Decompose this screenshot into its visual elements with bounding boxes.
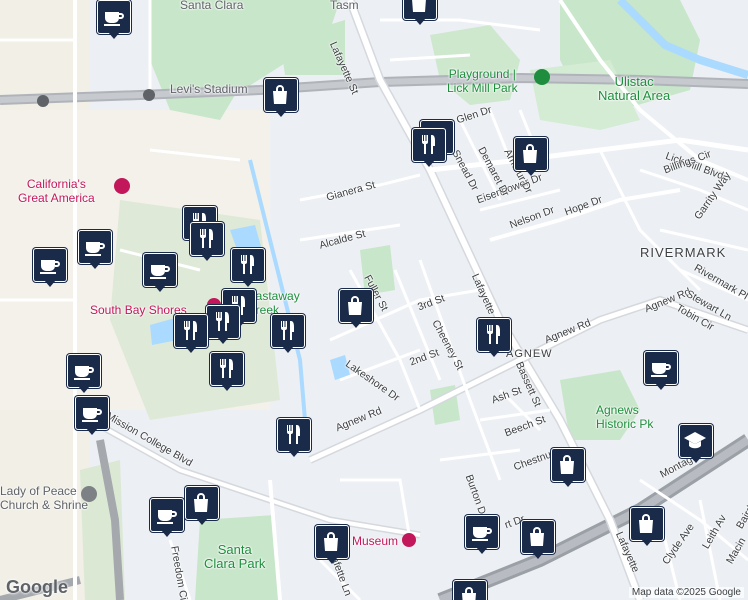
- restaurant-marker-12[interactable]: [277, 418, 311, 460]
- shopping-bag-icon: [194, 493, 208, 512]
- shop-marker-1[interactable]: [403, 0, 437, 28]
- restaurant-marker-9[interactable]: [271, 314, 305, 356]
- coffee-icon: [651, 363, 671, 377]
- coffee-marker-7[interactable]: [75, 396, 109, 438]
- shopping-bag-icon: [530, 527, 544, 546]
- shopping-bag-icon: [412, 0, 426, 12]
- coffee-icon: [104, 12, 124, 26]
- place-label-museum[interactable]: Museum: [352, 534, 398, 548]
- restaurant-icon: [216, 312, 229, 331]
- restaurant-marker-4[interactable]: [190, 222, 224, 264]
- coffee-icon: [472, 527, 492, 541]
- shopping-bag-icon: [462, 587, 476, 600]
- restaurant-marker-2[interactable]: [412, 128, 446, 170]
- restaurant-icon: [287, 425, 300, 444]
- map-attribution[interactable]: Map data ©2025 Google: [628, 587, 744, 598]
- place-label-levis-stadium[interactable]: Levi's Stadium: [170, 82, 248, 96]
- shop-marker-3[interactable]: [339, 289, 373, 331]
- place-label-great-america[interactable]: California's Great America: [18, 177, 95, 205]
- coffee-icon: [82, 408, 102, 422]
- restaurant-icon: [422, 135, 435, 154]
- restaurant-marker-8[interactable]: [174, 314, 208, 356]
- coffee-marker-5[interactable]: [67, 354, 101, 396]
- shopping-bag-icon: [560, 455, 574, 474]
- place-label-tasman: Tasm: [330, 0, 359, 12]
- area-label-agnew: AGNEW: [506, 348, 553, 360]
- coffee-marker-4[interactable]: [143, 253, 177, 295]
- restaurant-icon: [220, 359, 233, 378]
- coffee-marker-8[interactable]: [150, 498, 184, 540]
- coffee-icon: [157, 510, 177, 524]
- restaurant-marker-7[interactable]: [206, 305, 240, 347]
- shopping-bag-icon: [348, 296, 362, 315]
- shop-marker-8[interactable]: [453, 580, 487, 600]
- restaurant-icon: [241, 255, 254, 274]
- coffee-marker-3[interactable]: [33, 248, 67, 290]
- restaurant-icon: [281, 321, 294, 340]
- graduation-cap-icon: [684, 432, 706, 449]
- shopping-bag-icon: [523, 144, 537, 163]
- shop-marker-7[interactable]: [521, 520, 555, 562]
- shop-marker-4[interactable]: [551, 448, 585, 490]
- place-label-santa-clara-park[interactable]: Santa Clara Park: [204, 543, 265, 571]
- school-marker[interactable]: [679, 424, 713, 466]
- coffee-icon: [40, 260, 60, 274]
- google-logo: Google: [6, 577, 68, 597]
- restaurant-icon: [487, 325, 500, 344]
- restaurant-marker-11[interactable]: [210, 352, 244, 394]
- shopping-bag-icon: [324, 532, 338, 551]
- restaurant-icon: [200, 229, 213, 248]
- shop-marker-museum[interactable]: [315, 525, 349, 567]
- coffee-icon: [85, 242, 105, 256]
- coffee-marker-9[interactable]: [465, 515, 499, 557]
- place-label-south-bay-shores[interactable]: South Bay Shores: [90, 303, 187, 317]
- coffee-marker-6[interactable]: [644, 351, 678, 393]
- place-label-ulistac[interactable]: Ulistac Natural Area: [598, 75, 670, 103]
- shop-marker-5[interactable]: [185, 486, 219, 528]
- restaurant-icon: [184, 321, 197, 340]
- coffee-icon: [74, 366, 94, 380]
- place-label-lady-of-peace[interactable]: Lady of Peace Church & Shrine: [0, 484, 88, 512]
- shop-marker-2[interactable]: [514, 137, 548, 179]
- place-label-playground[interactable]: Playground | Lick Mill Park: [447, 67, 518, 95]
- shopping-bag-icon: [273, 85, 287, 104]
- place-label-agnews-park[interactable]: Agnews Historic Pk: [596, 403, 653, 431]
- area-label-rivermark: RIVERMARK: [640, 245, 727, 260]
- coffee-icon: [150, 265, 170, 279]
- coffee-marker-2[interactable]: [78, 230, 112, 272]
- shop-marker-6[interactable]: [630, 507, 664, 549]
- shop-marker-levis[interactable]: [264, 78, 298, 120]
- coffee-marker-1[interactable]: [97, 0, 131, 42]
- map-canvas[interactable]: RIVERMARK AGNEW Santa Clara Tasm Levi's …: [0, 0, 748, 600]
- restaurant-marker-5[interactable]: [231, 248, 265, 290]
- restaurant-marker-10[interactable]: [477, 318, 511, 360]
- shopping-bag-icon: [639, 514, 653, 533]
- place-label-santa-clara: Santa Clara: [180, 0, 244, 12]
